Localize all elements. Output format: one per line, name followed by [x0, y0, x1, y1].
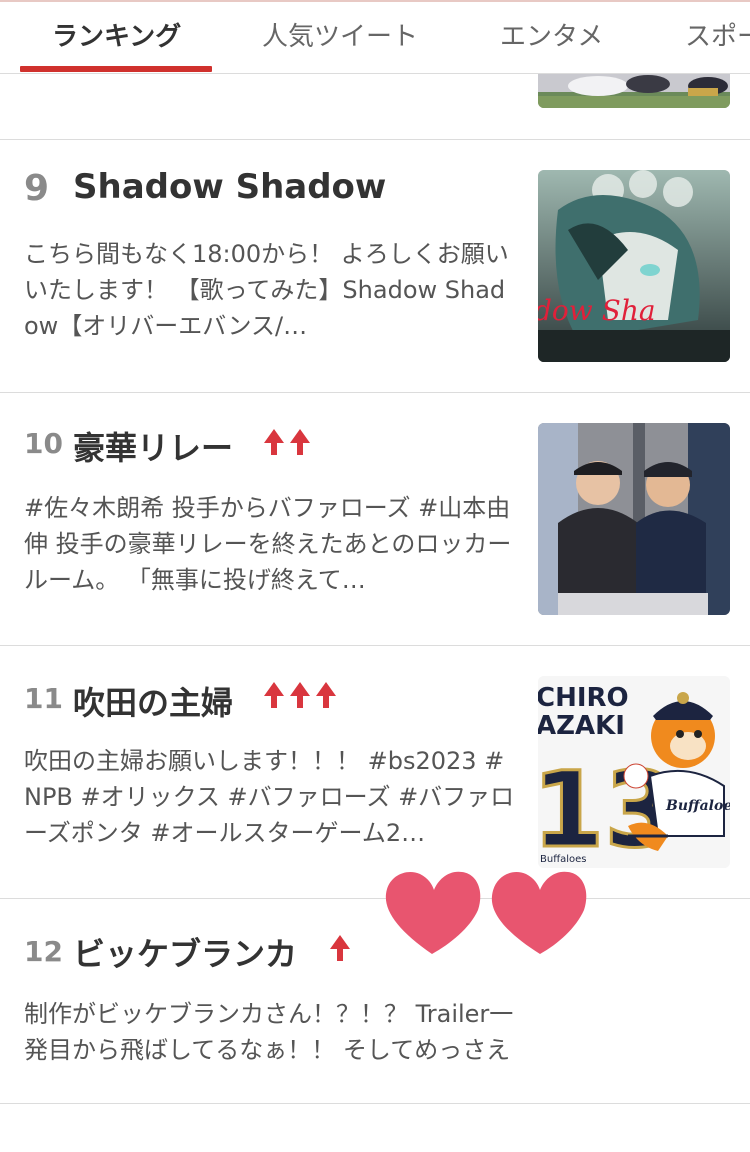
active-tab-indicator: [20, 66, 212, 72]
rank-number: 9: [24, 168, 50, 209]
thumb-text-chiro: CHIRO: [538, 683, 629, 713]
thumb-overlay-text: dow Sha: [538, 294, 656, 327]
up-arrow-icon: [264, 682, 284, 708]
trend-up-indicator: [328, 933, 352, 963]
list-item-thumbnail-previous[interactable]: [538, 74, 730, 108]
trend-up-indicator: [262, 427, 312, 457]
rank-number: 11: [24, 682, 63, 715]
item-description: 吹田の主婦お願いします！！！ #bs2023 #NPB #オリックス #バファロ…: [24, 747, 515, 847]
heart-icon: [385, 871, 587, 954]
up-arrow-icon: [316, 682, 336, 708]
list-item[interactable]: 12 ビッケブランカ 制作がビッケブランカさん！？！？ Trailer一発目から…: [0, 899, 750, 1152]
thumb-text-azaki: AZAKI: [538, 711, 625, 741]
item-thumbnail[interactable]: [538, 423, 730, 615]
tab-entertainment[interactable]: エンタメ: [500, 2, 603, 73]
tab-ranking[interactable]: ランキング: [52, 2, 181, 73]
rank-number: 12: [24, 935, 63, 968]
up-arrow-icon: [290, 429, 310, 455]
item-title[interactable]: 豪華リレー: [73, 423, 233, 469]
item-title[interactable]: 吹田の主婦: [73, 678, 233, 724]
list-item[interactable]: 10 豪華リレー #佐々木朗希 投手からバファローズ #山本由伸 投手の豪華リレ…: [0, 393, 750, 646]
up-arrow-icon: [264, 429, 284, 455]
list-item[interactable]: 9 Shadow Shadow こちら間もなく18:00から！ よろしくお願いい…: [0, 140, 750, 393]
tab-popular-tweets[interactable]: 人気ツイート: [262, 2, 418, 73]
item-title[interactable]: Shadow Shadow: [73, 167, 386, 207]
item-description: こちら間もなく18:00から！ よろしくお願いいたします！ 【歌ってみた】Sha…: [24, 240, 509, 340]
item-thumbnail[interactable]: dow Sha: [538, 170, 730, 362]
list-item[interactable]: 11 吹田の主婦 吹田の主婦お願いします！！！ #bs2023 #NPB #オリ…: [0, 646, 750, 899]
item-description: #佐々木朗希 投手からバファローズ #山本由伸 投手の豪華リレーを終えたあとのロ…: [24, 494, 512, 594]
divider: [0, 1103, 750, 1104]
item-description: 制作がビッケブランカさん！？！？ Trailer一発目から飛ばしてるなぁ！！ そ…: [24, 1000, 514, 1064]
up-arrow-icon: [330, 935, 350, 961]
rank-number: 10: [24, 427, 63, 460]
heart-stickers: [380, 862, 590, 962]
item-thumbnail[interactable]: CHIRO AZAKI 13 Buffaloes Buffaloes: [538, 676, 730, 868]
item-title[interactable]: ビッケブランカ: [73, 929, 297, 975]
category-tab-bar: ランキング 人気ツイート エンタメ スポー: [0, 2, 750, 74]
trend-up-indicator: [262, 680, 338, 710]
tab-sports[interactable]: スポー: [685, 2, 750, 73]
up-arrow-icon: [290, 682, 310, 708]
thumb-text-team: Buffaloes: [665, 798, 730, 814]
